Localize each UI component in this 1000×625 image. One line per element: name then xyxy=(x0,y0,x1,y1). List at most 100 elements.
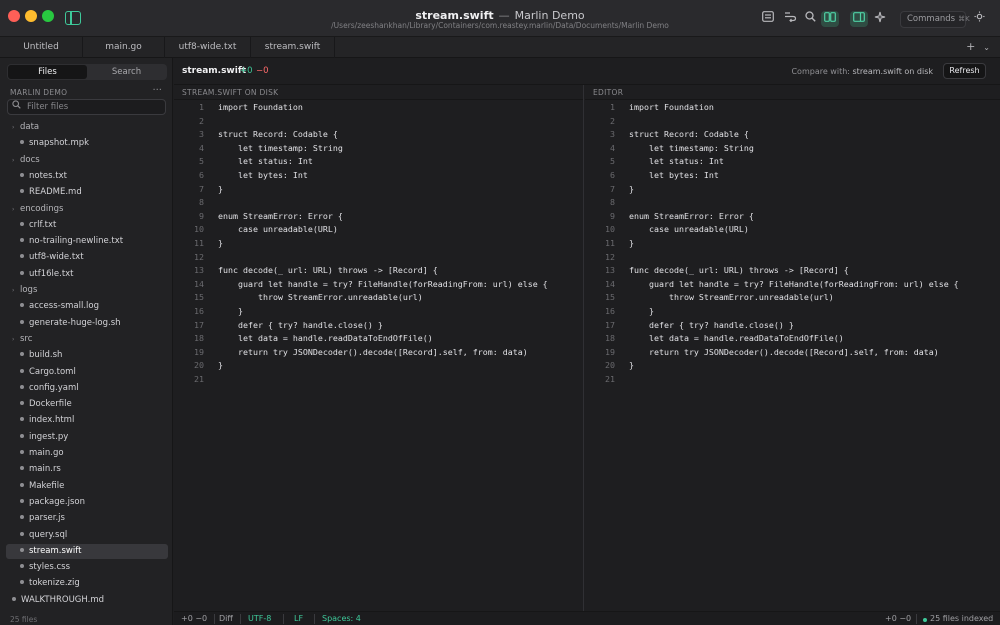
file-row[interactable]: Dockerfile xyxy=(6,397,168,412)
line-number: 21 xyxy=(605,373,615,384)
folder-row[interactable]: › encodings xyxy=(6,202,168,217)
line-number: 13 xyxy=(605,265,615,276)
file-row[interactable]: utf16le.txt xyxy=(6,267,168,282)
code-line: 19 return try JSONDecoder().decode([Reco… xyxy=(174,346,583,360)
filter-search-icon xyxy=(12,100,21,114)
file-row[interactable]: WALKTHROUGH.md xyxy=(6,593,168,608)
search-icon[interactable] xyxy=(802,11,818,27)
filter-field[interactable] xyxy=(7,99,166,115)
file-row[interactable]: notes.txt xyxy=(6,169,168,184)
appearance-icon[interactable] xyxy=(971,11,987,27)
commands-button[interactable]: Commands ⌘K xyxy=(900,11,970,28)
file-row[interactable]: snapshot.mpk xyxy=(6,136,168,151)
status-mode[interactable]: Diff xyxy=(219,614,233,623)
file-row[interactable]: crlf.txt xyxy=(6,218,168,233)
code-line: 11} xyxy=(174,237,583,251)
chevron-icon[interactable]: › xyxy=(12,120,20,135)
status-diffstat: +0 −0 xyxy=(181,614,208,623)
line-number: 4 xyxy=(199,142,204,153)
file-label: config.yaml xyxy=(29,382,79,393)
line-number: 8 xyxy=(610,197,615,208)
compare-with-label[interactable]: Compare with: stream.swift on disk xyxy=(791,67,933,76)
status-line-ending[interactable]: LF xyxy=(294,614,303,623)
chevron-icon[interactable]: › xyxy=(12,332,20,347)
sparkle-icon[interactable] xyxy=(872,11,888,27)
line-number: 12 xyxy=(194,251,204,262)
chevron-icon[interactable]: › xyxy=(12,202,20,217)
code-line: 19 return try JSONDecoder().decode([Reco… xyxy=(585,346,1000,360)
file-icon xyxy=(20,140,24,145)
file-row[interactable]: main.go xyxy=(6,446,168,461)
disk-code[interactable]: 1 import Foundation 2 3 struct Record: Codab… xyxy=(174,101,583,386)
wrap-icon[interactable] xyxy=(782,11,798,27)
more-icon[interactable]: ··· xyxy=(152,85,162,96)
search-segment[interactable]: Search xyxy=(87,65,166,79)
code-text: } xyxy=(218,360,223,371)
tab-stream-swift[interactable]: stream.swift xyxy=(251,37,335,58)
file-row[interactable]: README.md xyxy=(6,185,168,200)
tab-menu-button[interactable]: ⌄ xyxy=(983,43,990,52)
tab-main-go[interactable]: main.go xyxy=(83,37,165,58)
folder-row[interactable]: › logs xyxy=(6,283,168,298)
folder-row[interactable]: › docs xyxy=(6,153,168,168)
file-row[interactable]: Cargo.toml xyxy=(6,365,168,380)
editor-code[interactable]: 1 import Foundation 2 3 struct Record: Codab… xyxy=(585,101,1000,386)
folder-label: data xyxy=(20,122,40,132)
file-row[interactable]: build.sh xyxy=(6,348,168,363)
file-row[interactable]: tokenize.zig xyxy=(6,576,168,591)
file-row[interactable]: package.json xyxy=(6,495,168,510)
line-number: 6 xyxy=(199,169,204,180)
status-encoding[interactable]: UTF-8 xyxy=(248,614,271,623)
code-line: 3 struct Record: Codable { xyxy=(174,128,583,142)
chevron-icon[interactable]: › xyxy=(12,153,20,168)
file-row[interactable]: generate-huge-log.sh xyxy=(6,316,168,331)
file-row[interactable]: query.sql xyxy=(6,528,168,543)
file-row[interactable]: no-trailing-newline.txt xyxy=(6,234,168,249)
file-row[interactable]: access-small.log xyxy=(6,299,168,314)
line-number: 10 xyxy=(194,224,204,235)
folder-row[interactable]: › src xyxy=(6,332,168,347)
new-tab-button[interactable]: + xyxy=(966,40,975,53)
line-number: 2 xyxy=(610,115,615,126)
status-indent[interactable]: Spaces: 4 xyxy=(322,614,361,623)
refresh-button[interactable]: Refresh xyxy=(943,63,986,79)
folder-row[interactable]: › data xyxy=(6,120,168,135)
file-icon xyxy=(20,482,24,487)
preview-icon[interactable] xyxy=(760,11,776,27)
file-row[interactable]: index.html xyxy=(6,413,168,428)
file-row[interactable]: Makefile xyxy=(6,479,168,494)
file-label: utf8-wide.txt xyxy=(29,252,84,263)
file-row[interactable]: ingest.py xyxy=(6,430,168,445)
folder-label: encodings xyxy=(20,203,64,214)
code-text: } xyxy=(629,237,634,248)
code-line: 5 let status: Int xyxy=(585,155,1000,169)
file-row[interactable]: utf8-wide.txt xyxy=(6,250,168,265)
file-row[interactable]: stream.swift xyxy=(6,543,168,559)
split-diff-icon[interactable] xyxy=(821,11,839,27)
line-number: 7 xyxy=(610,183,615,194)
inspector-toggle-icon[interactable] xyxy=(850,11,868,27)
code-line: 2 xyxy=(585,115,1000,129)
line-number: 17 xyxy=(605,319,615,330)
tab-untitled[interactable]: Untitled xyxy=(0,37,83,58)
file-row[interactable]: styles.css xyxy=(6,560,168,575)
line-number: 5 xyxy=(610,156,615,167)
code-text: struct Record: Codable { xyxy=(629,129,749,140)
project-section-title: MARLIN DEMO xyxy=(10,88,68,97)
file-row[interactable]: config.yaml xyxy=(6,381,168,396)
file-icon xyxy=(20,189,24,194)
file-row[interactable]: main.rs xyxy=(6,462,168,477)
chevron-icon[interactable]: › xyxy=(12,283,20,298)
file-icon xyxy=(20,450,24,454)
filter-input[interactable] xyxy=(27,101,162,113)
code-line: 6 let bytes: Int xyxy=(174,169,583,183)
code-text: } xyxy=(629,360,634,371)
tab-utf8-wide-txt[interactable]: utf8-wide.txt xyxy=(165,37,251,58)
file-label: Cargo.toml xyxy=(29,366,76,377)
status-divider xyxy=(283,614,284,624)
file-row[interactable]: parser.js xyxy=(6,511,168,526)
file-label: notes.txt xyxy=(29,170,67,181)
code-text: func decode(_ url: URL) throws -> [Recor… xyxy=(218,265,438,276)
files-segment[interactable]: Files xyxy=(8,65,87,79)
code-line: 9 enum StreamError: Error { xyxy=(174,210,583,224)
